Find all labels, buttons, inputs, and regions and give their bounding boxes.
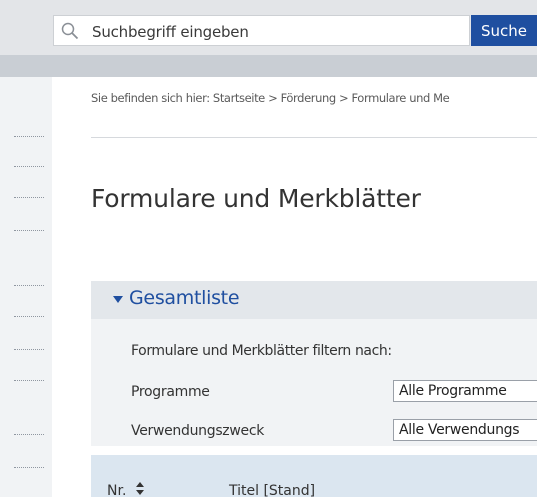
search-button[interactable]: Suche (471, 15, 537, 46)
table-header: Nr. Titel [Stand] (91, 455, 537, 499)
accordion-label: Gesamtliste (129, 287, 240, 309)
top-search-bar: Suchbegriff eingeben Suche (0, 0, 537, 55)
nav-dots[interactable] (14, 467, 44, 469)
filter-heading: Formulare und Merkblätter filtern nach: (131, 343, 392, 359)
chevron-down-icon (113, 296, 123, 303)
divider (91, 137, 537, 138)
accordion-gesamtliste[interactable]: Gesamtliste (91, 281, 537, 319)
nav-dots[interactable] (14, 316, 44, 318)
programme-label: Programme (131, 384, 210, 400)
nav-dots[interactable] (14, 166, 44, 168)
nav-dots[interactable] (14, 434, 44, 436)
nav-dots[interactable] (14, 349, 44, 351)
zweck-label: Verwendungszweck (131, 423, 265, 439)
nav-dots[interactable] (14, 230, 44, 232)
nav-dots[interactable] (14, 380, 44, 382)
nav-stripe (0, 55, 537, 77)
left-navigation (0, 77, 52, 497)
search-input[interactable]: Suchbegriff eingeben (53, 15, 470, 46)
breadcrumb[interactable]: Sie befinden sich hier: Startseite > För… (91, 91, 450, 105)
search-icon (61, 22, 79, 40)
nav-dots[interactable] (14, 285, 44, 287)
programme-select[interactable]: Alle Programme (393, 380, 537, 402)
filter-panel: Formulare und Merkblätter filtern nach: … (91, 319, 537, 446)
search-placeholder: Suchbegriff eingeben (92, 23, 249, 41)
sort-icon[interactable] (136, 482, 144, 496)
zweck-select[interactable]: Alle Verwendungs (393, 419, 537, 441)
nav-dots[interactable] (14, 197, 44, 199)
page-title: Formulare und Merkblätter (91, 184, 421, 213)
nav-dots[interactable] (14, 136, 44, 138)
